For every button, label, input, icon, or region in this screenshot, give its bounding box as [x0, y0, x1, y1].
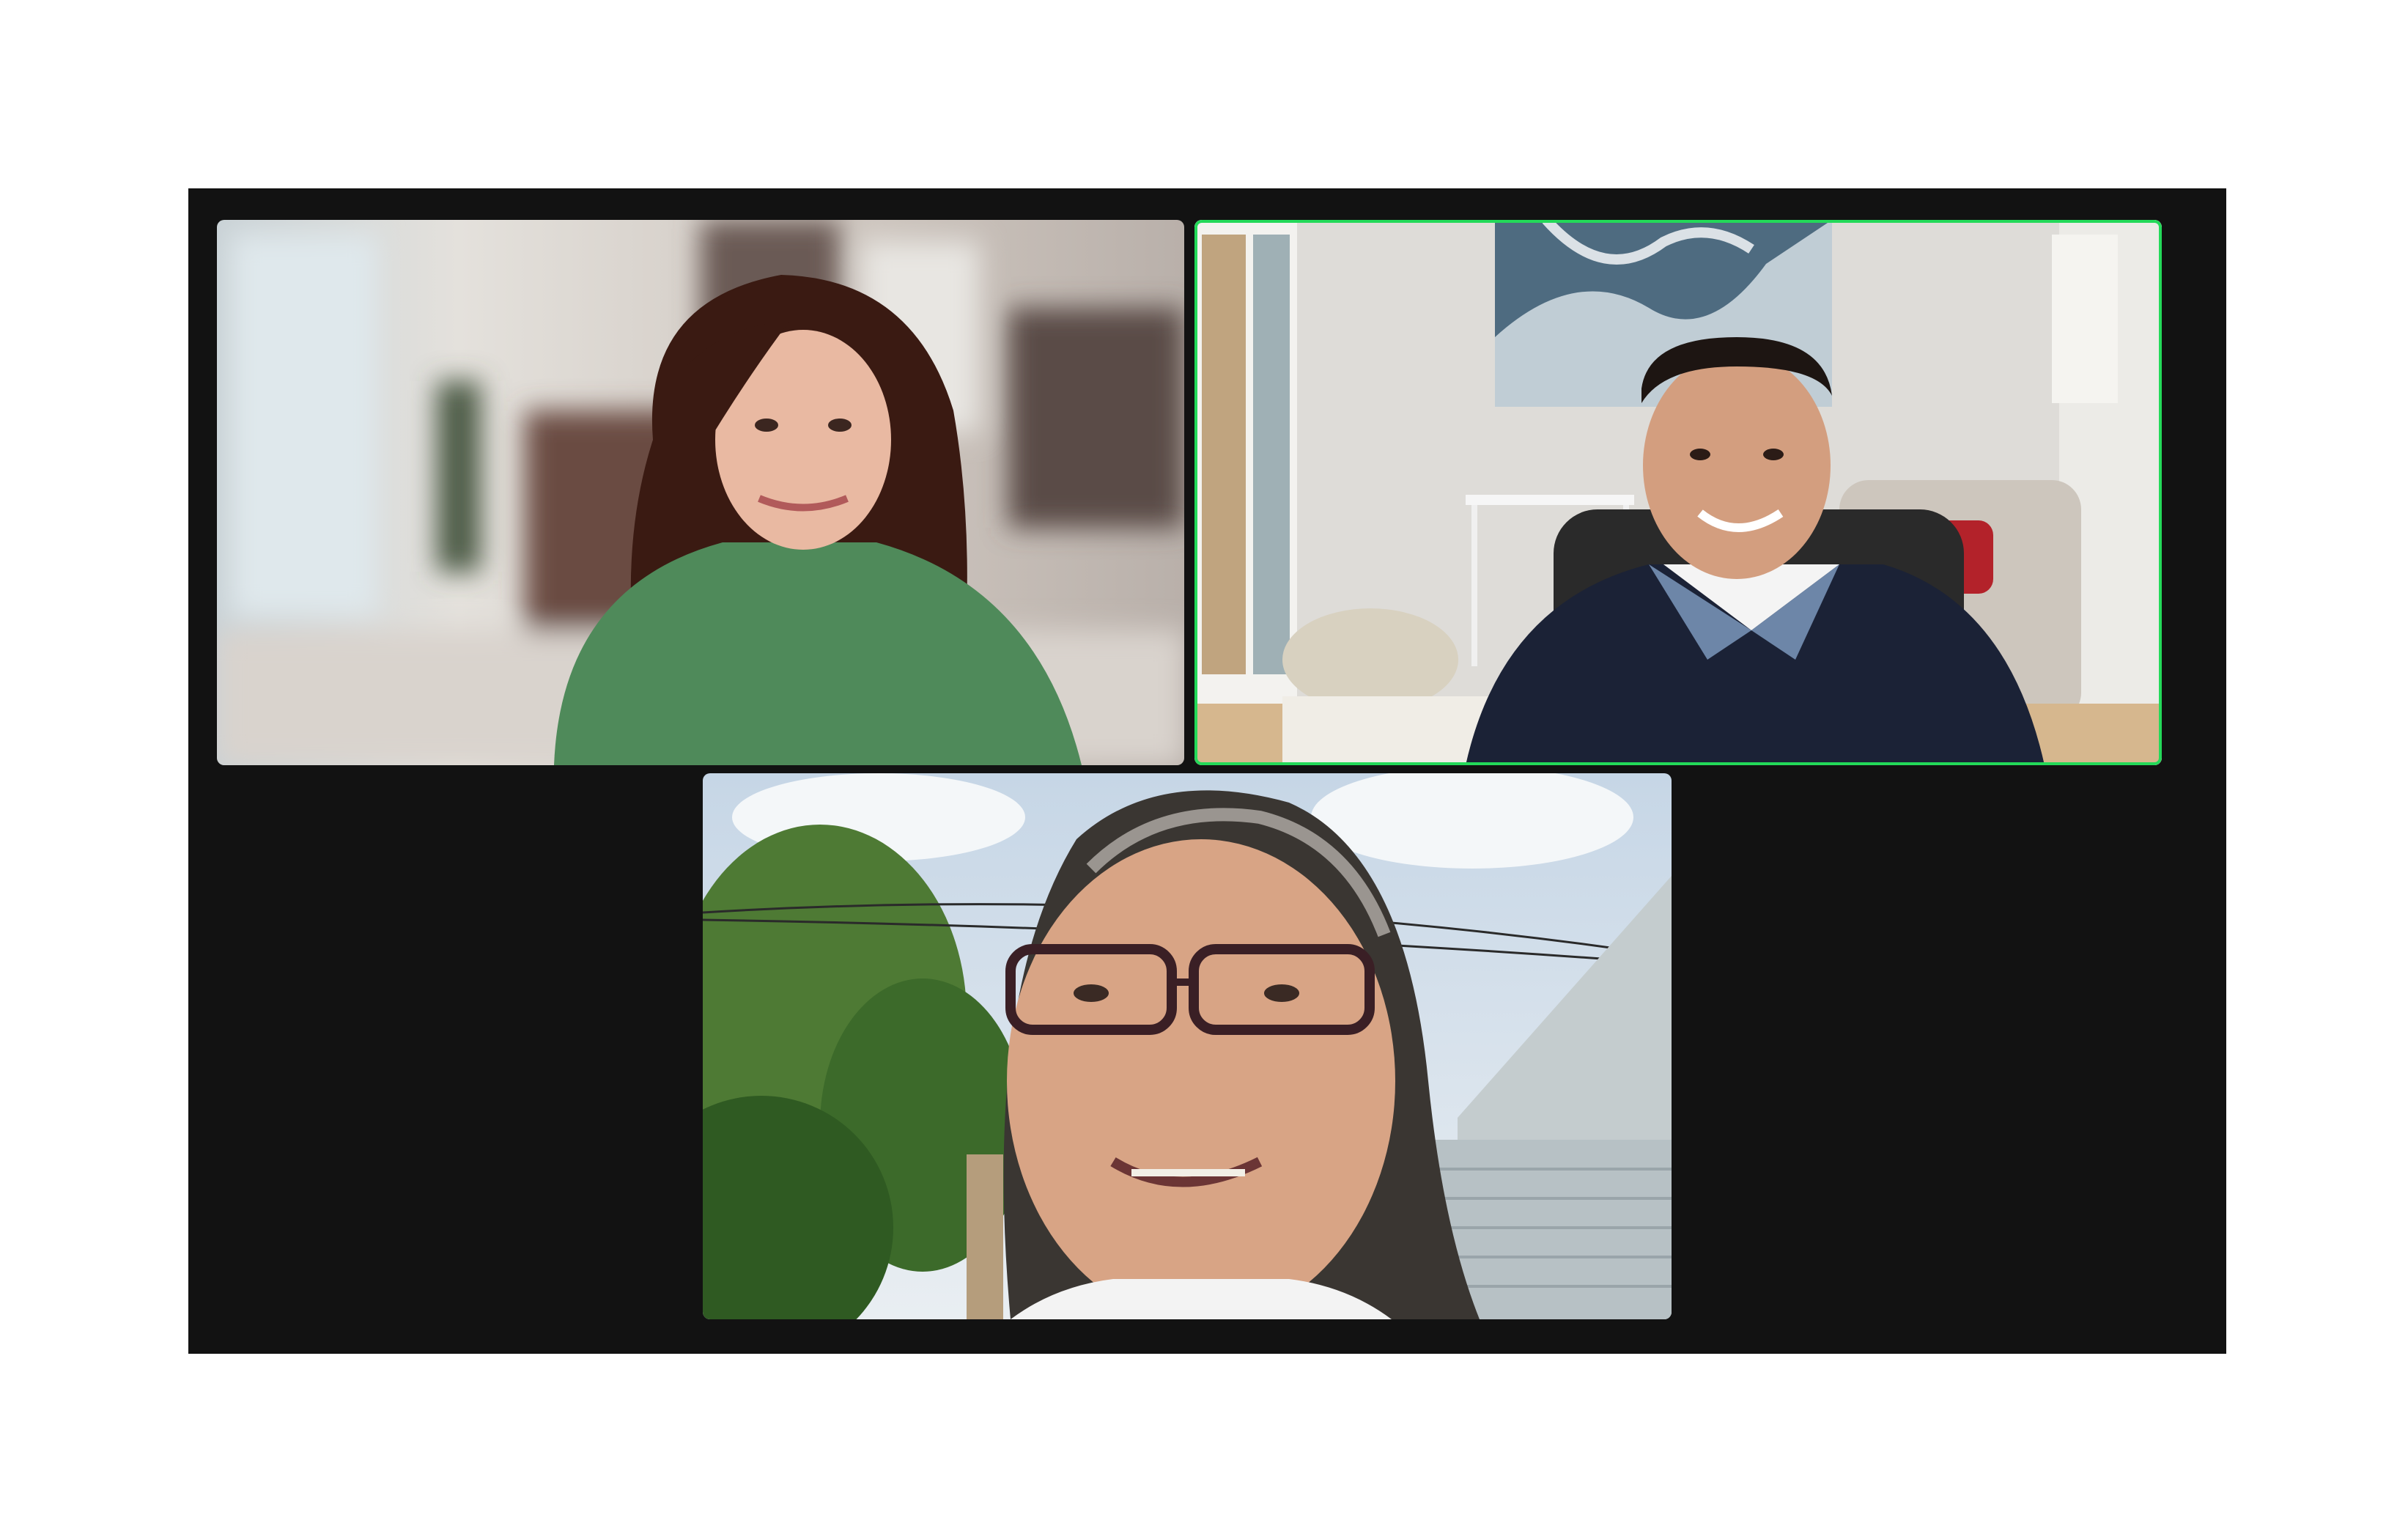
participant-3-video [703, 773, 1672, 1319]
participant-2-video [1194, 220, 2162, 765]
participant-video-tile-2[interactable] [1194, 220, 2162, 765]
video-gallery [188, 188, 2226, 1354]
participant-video-tile-3[interactable] [703, 773, 1672, 1319]
participant-video-tile-1[interactable] [217, 220, 1184, 765]
participant-1-video [217, 220, 1184, 765]
